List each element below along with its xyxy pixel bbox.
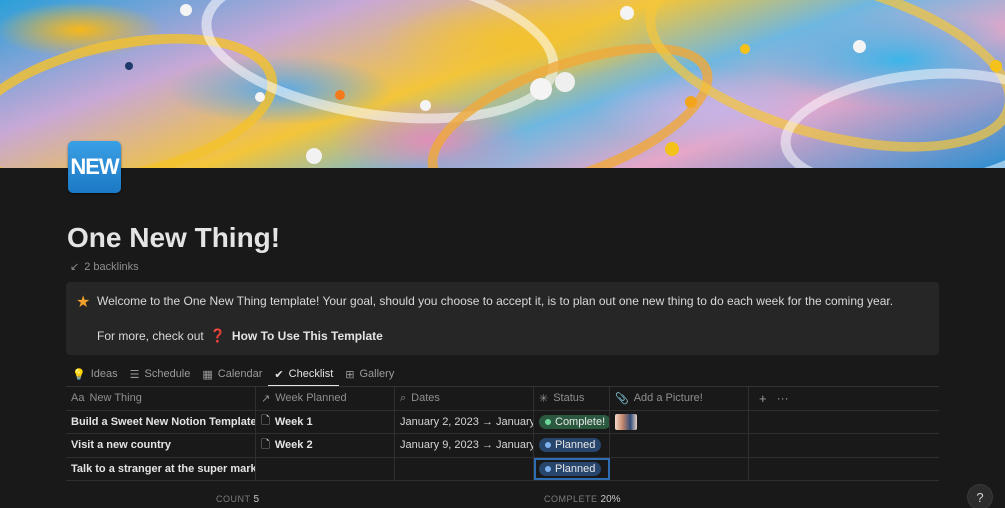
tab-schedule[interactable]: ☰ Schedule bbox=[124, 362, 197, 386]
tab-label: Calendar bbox=[217, 368, 263, 380]
row-name-cell[interactable]: Build a Sweet New Notion Template bbox=[66, 410, 256, 433]
row-name-cell[interactable]: Visit a new country bbox=[66, 434, 256, 457]
column-header-status[interactable]: ✳ Status bbox=[534, 387, 610, 410]
gallery-icon: ⊞ bbox=[345, 368, 355, 381]
page-title: One New Thing! bbox=[67, 222, 281, 253]
table-row[interactable]: Build a Sweet New Notion Template 🗋 Week… bbox=[66, 410, 939, 434]
tab-gallery[interactable]: ⊞ Gallery bbox=[339, 362, 400, 386]
table-row[interactable]: Talk to a stranger at the super market P… bbox=[66, 457, 939, 481]
table-header: Aa New Thing ↗ Week Planned ⌕ Dates ✳ St… bbox=[66, 387, 939, 411]
lightbulb-icon: 💡 bbox=[72, 368, 86, 381]
column-header-week[interactable]: ↗ Week Planned bbox=[256, 387, 395, 410]
relation-arrow-icon: ↗ bbox=[261, 392, 271, 405]
row-dates-cell[interactable]: January 9, 2023 → January 15, 2023 bbox=[395, 434, 534, 457]
tab-checklist[interactable]: ✔ Checklist bbox=[268, 362, 340, 387]
row-name: Build a Sweet New Notion Template bbox=[71, 415, 256, 428]
help-button[interactable]: ? bbox=[968, 485, 992, 508]
row-empty-cell bbox=[749, 434, 939, 457]
status-label: Planned bbox=[555, 439, 596, 452]
column-label: Add a Picture! bbox=[633, 392, 703, 405]
column-label: New Thing bbox=[89, 392, 142, 405]
row-week[interactable]: Week 1 bbox=[275, 416, 313, 428]
status-label: Complete! bbox=[555, 415, 606, 428]
search-icon: ⌕ bbox=[400, 391, 407, 404]
row-status-cell-selected[interactable]: Planned bbox=[534, 457, 610, 480]
status-label: Planned bbox=[555, 462, 596, 475]
column-header-name[interactable]: Aa New Thing bbox=[66, 387, 256, 410]
tab-label: Checklist bbox=[288, 368, 334, 380]
welcome-callout: ★ Welcome to the One New Thing template!… bbox=[66, 282, 939, 355]
page-icon-small: 🗋 bbox=[261, 415, 270, 428]
row-name-cell[interactable]: Talk to a stranger at the super market bbox=[66, 457, 256, 480]
column-header-dates[interactable]: ⌕ Dates bbox=[395, 387, 534, 410]
table-footer: COUNT 5 COMPLETE 20% bbox=[66, 490, 939, 508]
status-tag: Planned bbox=[539, 461, 602, 476]
tab-ideas[interactable]: 💡 Ideas bbox=[66, 362, 124, 386]
tab-label: Gallery bbox=[359, 368, 395, 380]
tab-label: Schedule bbox=[144, 368, 191, 380]
calendar-icon: ▦ bbox=[202, 368, 213, 381]
row-status-cell[interactable]: Planned bbox=[534, 434, 610, 457]
column-header-actions: + ··· bbox=[749, 387, 939, 410]
status-tag: Complete! bbox=[539, 414, 609, 429]
page-icon-small: 🗋 bbox=[261, 438, 270, 451]
table-row[interactable]: Visit a new country 🗋 Week 2 January 9, … bbox=[66, 434, 939, 458]
tab-label: Ideas bbox=[90, 368, 118, 380]
picture-thumbnail[interactable] bbox=[615, 413, 637, 430]
status-spinner-icon: ✳ bbox=[539, 392, 549, 405]
callout-text: Welcome to the One New Thing template! Y… bbox=[97, 294, 894, 308]
status-tag: Planned bbox=[539, 438, 602, 453]
complete-summary[interactable]: COMPLETE 20% bbox=[544, 494, 621, 505]
row-dates-cell[interactable] bbox=[395, 457, 534, 480]
more-options-icon[interactable]: ··· bbox=[777, 391, 789, 405]
count-label: COUNT bbox=[216, 494, 251, 504]
cover-image bbox=[0, 0, 1005, 168]
row-picture-cell[interactable] bbox=[610, 410, 749, 433]
row-name: Visit a new country bbox=[71, 439, 172, 452]
backlinks[interactable]: ↙ 2 backlinks bbox=[70, 260, 139, 274]
row-dates: January 9, 2023 → January 15, 2023 bbox=[400, 439, 534, 452]
check-circle-icon: ✔ bbox=[274, 368, 284, 381]
row-week-cell[interactable]: 🗋 Week 2 bbox=[256, 434, 395, 457]
text-property-icon: Aa bbox=[71, 392, 85, 405]
row-picture-cell[interactable] bbox=[610, 457, 749, 480]
how-to-use-link[interactable]: How To Use This Template bbox=[232, 329, 383, 343]
complete-value: 20% bbox=[600, 494, 621, 505]
row-name: Talk to a stranger at the super market bbox=[71, 462, 256, 475]
row-picture-cell[interactable] bbox=[610, 434, 749, 457]
list-icon: ☰ bbox=[129, 368, 140, 381]
row-dates: January 2, 2023 → January 8, 2023 bbox=[400, 415, 534, 428]
complete-label: COMPLETE bbox=[544, 494, 598, 504]
arrow-down-left-icon: ↙ bbox=[70, 261, 80, 273]
star-icon: ★ bbox=[76, 294, 91, 311]
callout-more-prefix: For more, check out bbox=[97, 329, 204, 343]
paperclip-icon: 📎 bbox=[615, 392, 629, 405]
page-icon[interactable]: NEW bbox=[68, 141, 121, 193]
row-dates-cell[interactable]: January 2, 2023 → January 8, 2023 bbox=[395, 410, 534, 433]
row-week[interactable]: Week 2 bbox=[275, 439, 313, 451]
column-label: Status bbox=[553, 392, 585, 405]
row-empty-cell bbox=[749, 458, 939, 481]
callout-more: For more, check out ❓ How To Use This Te… bbox=[97, 328, 383, 344]
tab-calendar[interactable]: ▦ Calendar bbox=[196, 362, 268, 386]
row-week-cell[interactable] bbox=[256, 457, 395, 480]
count-summary[interactable]: COUNT 5 bbox=[216, 494, 259, 505]
column-header-picture[interactable]: 📎 Add a Picture! bbox=[610, 387, 749, 410]
count-value: 5 bbox=[253, 494, 260, 505]
row-week-cell[interactable]: 🗋 Week 1 bbox=[256, 410, 395, 433]
view-tabs: 💡 Ideas ☰ Schedule ▦ Calendar ✔ Checklis… bbox=[66, 362, 400, 387]
checklist-table: Aa New Thing ↗ Week Planned ⌕ Dates ✳ St… bbox=[66, 387, 939, 481]
column-label: Week Planned bbox=[275, 392, 347, 405]
add-property-icon[interactable]: + bbox=[754, 391, 772, 406]
row-status-cell[interactable]: Complete! bbox=[534, 410, 610, 433]
question-mark-icon: ❓ bbox=[209, 328, 226, 343]
column-label: Dates bbox=[411, 392, 440, 405]
backlinks-label: 2 backlinks bbox=[84, 260, 139, 273]
row-empty-cell bbox=[749, 411, 939, 434]
